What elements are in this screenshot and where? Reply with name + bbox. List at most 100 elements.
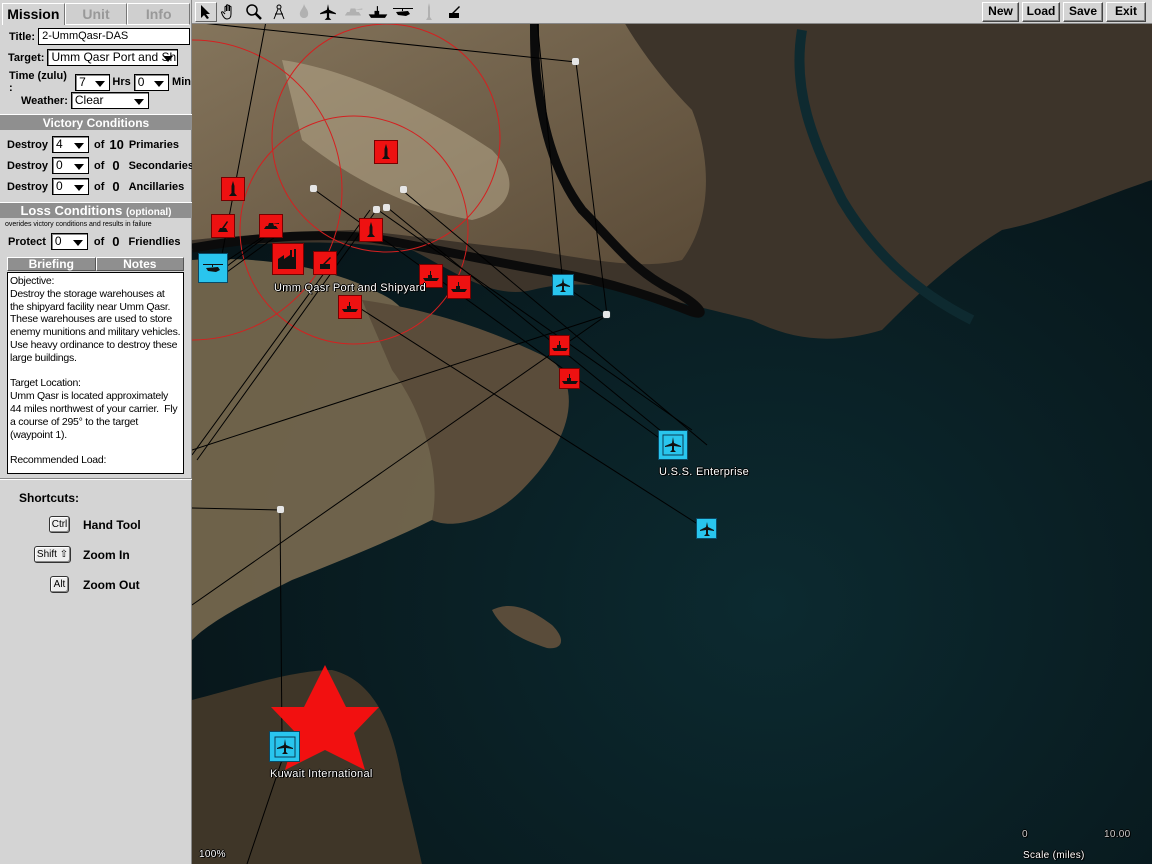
tab-mission[interactable]: Mission <box>2 3 65 25</box>
friendly-helicopter-group[interactable] <box>198 253 228 283</box>
scale-min: 0 <box>1022 829 1028 840</box>
enemy-sam-site[interactable] <box>359 218 383 242</box>
tool-fire[interactable] <box>293 2 315 22</box>
target-row: Target: Umm Qasr Port and Shipyard <box>8 49 179 66</box>
enemy-ship[interactable] <box>549 335 570 356</box>
target-select-value: Umm Qasr Port and Shipyard <box>51 50 177 64</box>
ship-icon <box>342 302 358 312</box>
waypoint-marker[interactable] <box>310 185 317 192</box>
compass-divider-icon <box>273 4 285 20</box>
weather-select[interactable]: Clear <box>70 92 149 109</box>
tool-add-aircraft[interactable] <box>317 2 339 22</box>
shortcut-label: Hand Tool <box>83 518 141 532</box>
tab-unit[interactable]: Unit <box>64 3 128 25</box>
enemy-ship[interactable] <box>447 275 471 299</box>
secondaries-select[interactable]: 0 <box>51 157 89 174</box>
target-map-label: Umm Qasr Port and Shipyard <box>274 282 427 294</box>
title-row: Title: 2-UmmQasr-DAS <box>9 28 191 45</box>
enemy-sam-site[interactable] <box>221 177 245 201</box>
new-button[interactable]: New <box>982 2 1019 22</box>
sam-launcher-icon <box>320 257 331 269</box>
loss-row-friendlies: Protect 0 of 0 Friendlies <box>8 233 181 250</box>
missile-icon <box>426 3 432 20</box>
primaries-select[interactable]: 4 <box>51 136 89 153</box>
load-button[interactable]: Load <box>1022 2 1060 22</box>
ancillaries-label: Ancillaries <box>128 180 185 193</box>
protect-label: Protect <box>8 235 46 248</box>
save-button[interactable]: Save <box>1063 2 1103 22</box>
of-label: of <box>93 180 105 193</box>
tool-add-tank[interactable] <box>342 2 364 22</box>
waypoint-marker[interactable] <box>400 186 407 193</box>
destroy-label: Destroy <box>7 159 48 172</box>
waypoint-marker[interactable] <box>373 206 380 213</box>
tool-add-helicopter[interactable] <box>392 2 414 22</box>
waypoint-marker[interactable] <box>603 311 610 318</box>
tank-icon <box>264 223 279 229</box>
min-label: Min <box>172 76 191 88</box>
enemy-ship[interactable] <box>338 295 362 319</box>
helicopter-icon <box>393 8 413 16</box>
tool-measure[interactable] <box>268 2 290 22</box>
enemy-sam-launcher[interactable] <box>313 251 337 275</box>
chevron-down-icon <box>163 56 174 62</box>
missile-icon <box>382 144 390 159</box>
tool-hand[interactable] <box>218 2 240 22</box>
tab-notes[interactable]: Notes <box>95 257 184 271</box>
friendlies-value: 0 <box>54 234 62 248</box>
missile-icon <box>229 181 237 196</box>
ship-icon <box>368 6 388 18</box>
factory-icon <box>278 249 296 269</box>
friendly-airbase[interactable] <box>269 731 300 762</box>
exit-button[interactable]: Exit <box>1106 2 1146 22</box>
ship-icon <box>451 282 467 292</box>
tool-add-sam[interactable] <box>443 2 465 22</box>
chevron-down-icon <box>72 240 83 246</box>
tool-add-ship[interactable] <box>367 2 389 22</box>
enemy-sam-site[interactable] <box>374 140 398 164</box>
waypoint-marker[interactable] <box>572 58 579 65</box>
enemy-tank[interactable] <box>259 214 283 238</box>
alt-key-icon: Alt <box>50 576 69 593</box>
fire-icon <box>299 4 309 18</box>
aaa-gun-icon <box>218 221 228 232</box>
target-factory[interactable] <box>272 243 304 275</box>
target-select[interactable]: Umm Qasr Port and Shipyard <box>47 49 179 66</box>
enemy-ship[interactable] <box>559 368 580 389</box>
chevron-down-icon <box>73 185 84 191</box>
mission-panel: Mission Unit Info Title: 2-UmmQasr-DAS T… <box>0 0 194 864</box>
victory-row-primaries: Destroy 4 of 10 Primaries <box>7 136 179 153</box>
destroy-label: Destroy <box>7 180 48 193</box>
loss-optional-label: (optional) <box>125 207 172 218</box>
title-input[interactable]: 2-UmmQasr-DAS <box>38 28 191 45</box>
panel-divider <box>0 478 192 480</box>
friendlies-select[interactable]: 0 <box>50 233 88 250</box>
shortcuts-title: Shortcuts: <box>19 491 79 505</box>
tool-select[interactable] <box>195 2 217 22</box>
ancillaries-select[interactable]: 0 <box>51 178 89 195</box>
chevron-down-icon <box>95 80 106 87</box>
waypoint-marker[interactable] <box>277 506 284 513</box>
friendly-aircraft[interactable] <box>552 274 574 296</box>
briefing-textarea[interactable]: Objective: Destroy the storage warehouse… <box>7 272 184 474</box>
arrow-cursor-icon <box>201 5 210 19</box>
tool-add-missile[interactable] <box>418 2 440 22</box>
friendly-aircraft[interactable] <box>696 518 717 539</box>
helicopter-icon <box>203 264 223 272</box>
loss-conditions-title: Loss Conditions <box>20 203 123 218</box>
time-hrs-select[interactable]: 7 <box>75 73 111 91</box>
waypoint-marker[interactable] <box>383 204 390 211</box>
tab-info[interactable]: Info <box>127 3 191 25</box>
satellite-map[interactable]: Umm Qasr Port and Shipyard U.S.S. Enterp… <box>192 0 1152 864</box>
target-label: Target: <box>8 51 45 64</box>
ctrl-key-icon: Ctrl <box>49 516 70 533</box>
friendly-carrier[interactable] <box>658 430 688 460</box>
zoom-level: 100% <box>199 849 226 860</box>
enemy-aaa-site[interactable] <box>211 214 235 238</box>
primaries-label: Primaries <box>128 138 179 151</box>
time-min-select[interactable]: 0 <box>133 73 170 91</box>
chevron-down-icon <box>133 99 144 105</box>
tool-zoom[interactable] <box>243 2 265 22</box>
carrier-map-label: U.S.S. Enterprise <box>659 466 750 478</box>
tab-briefing[interactable]: Briefing <box>7 257 96 271</box>
